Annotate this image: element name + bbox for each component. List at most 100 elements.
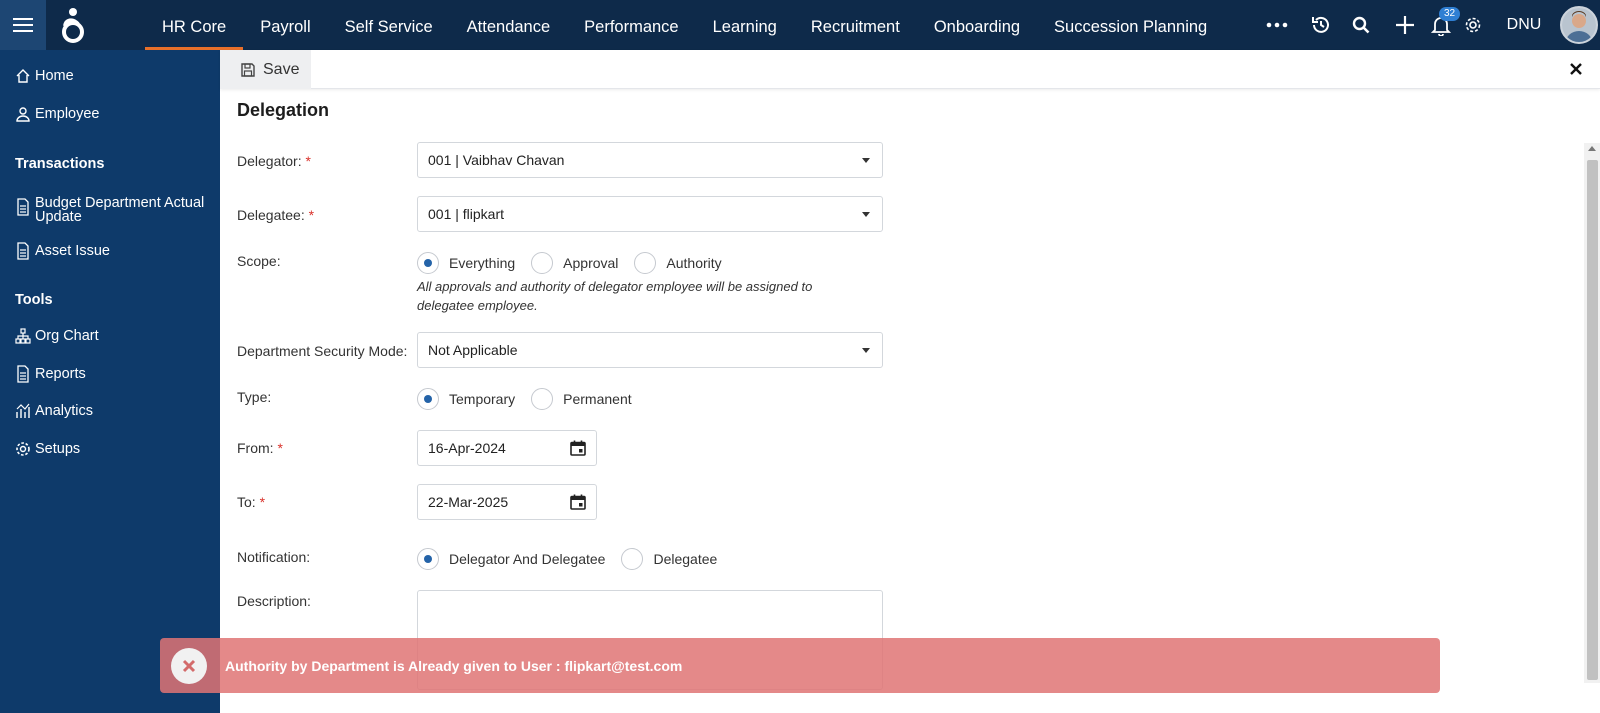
document-icon — [17, 242, 29, 260]
history-icon[interactable] — [1306, 0, 1336, 50]
required-marker: * — [277, 440, 283, 456]
sidebar-item-reports[interactable]: Reports — [15, 365, 86, 383]
top-navigation-bar: HR Core Payroll Self Service Attendance … — [0, 0, 1600, 50]
chevron-down-icon — [862, 212, 870, 217]
sidebar-section-tools: Tools — [15, 292, 53, 308]
from-date-value: 16-Apr-2024 — [428, 440, 506, 456]
to-label: To: * — [237, 494, 266, 510]
delegator-label: Delegator: * — [237, 153, 311, 169]
sidebar-item-label: Reports — [35, 366, 86, 382]
scope-radio-authority[interactable]: Authority — [634, 252, 722, 274]
scope-radio-approval[interactable]: Approval — [531, 252, 618, 274]
sidebar-item-analytics[interactable]: Analytics — [15, 403, 93, 419]
analytics-icon — [16, 403, 30, 418]
toast-message: Authority by Department is Already given… — [225, 657, 683, 674]
form-toolbar: Save — [220, 50, 1600, 89]
document-icon — [17, 198, 29, 216]
sidebar-item-label: Update — [35, 209, 82, 225]
nav-attendance[interactable]: Attendance — [450, 0, 567, 50]
type-label: Type: — [237, 389, 272, 405]
required-marker: * — [259, 494, 266, 510]
menu-icon[interactable] — [0, 0, 46, 50]
scope-radio-everything[interactable]: Everything — [417, 252, 515, 274]
delegator-value: 001 | Vaibhav Chavan — [428, 152, 565, 168]
avatar[interactable] — [1560, 6, 1598, 44]
delegatee-label: Delegatee: * — [237, 207, 315, 223]
org-chart-icon — [15, 328, 31, 344]
notification-label: Notification: — [237, 549, 311, 565]
nav-learning[interactable]: Learning — [696, 0, 794, 50]
error-toast: Authority by Department is Already given… — [160, 638, 1440, 693]
department-security-mode-select[interactable]: Not Applicable — [417, 332, 883, 368]
scope-radio-group: Everything Approval Authority — [417, 252, 738, 274]
required-marker: * — [308, 207, 315, 223]
scrollbar-thumb[interactable] — [1587, 160, 1598, 680]
notification-radio-group: Delegator And Delegatee Delegatee — [417, 548, 733, 570]
sidebar-item-label: Employee — [35, 106, 100, 122]
sidebar-item-label: Org Chart — [35, 328, 99, 344]
description-label: Description: — [237, 593, 311, 609]
delegatee-value: 001 | flipkart — [428, 206, 505, 222]
avatar-wrapper[interactable] — [1558, 0, 1600, 50]
to-date-value: 22-Mar-2025 — [428, 494, 509, 510]
gear-icon[interactable] — [1459, 0, 1487, 50]
from-date-input[interactable]: 16-Apr-2024 — [417, 430, 597, 466]
app-logo[interactable] — [56, 6, 88, 44]
employee-icon — [16, 107, 30, 122]
type-radio-group: Temporary Permanent — [417, 388, 648, 410]
sidebar: Home Employee Transactions Budget Depart… — [0, 50, 220, 713]
gear-icon — [16, 442, 30, 456]
close-icon[interactable] — [171, 647, 207, 684]
scope-hint: All approvals and authority of delegator… — [417, 279, 813, 313]
nav-performance[interactable]: Performance — [567, 0, 695, 50]
notification-count-badge: 32 — [1439, 7, 1461, 21]
chevron-down-icon — [862, 348, 870, 353]
sidebar-item-label: Setups — [35, 441, 81, 457]
sidebar-item-employee[interactable]: Employee — [15, 106, 99, 122]
from-label: From: * — [237, 440, 283, 456]
notification-radio-delegator-and-delegatee[interactable]: Delegator And Delegatee — [417, 548, 605, 570]
calendar-icon[interactable] — [570, 440, 586, 456]
type-radio-permanent[interactable]: Permanent — [531, 388, 632, 410]
delegator-select[interactable]: 001 | Vaibhav Chavan — [417, 142, 883, 178]
save-label: Save — [263, 60, 300, 78]
type-radio-temporary[interactable]: Temporary — [417, 388, 515, 410]
required-marker: * — [305, 153, 311, 169]
department-security-mode-value: Not Applicable — [428, 342, 518, 358]
department-security-mode-label: Department Security Mode: — [237, 343, 408, 359]
document-icon — [17, 365, 29, 383]
notification-radio-delegatee[interactable]: Delegatee — [621, 548, 717, 570]
sidebar-item-label: Home — [35, 68, 74, 84]
sidebar-item-label: Budget Department Actual — [35, 195, 205, 211]
sidebar-item-budget-department-actual-update[interactable]: Budget Department Actual Update — [15, 196, 204, 224]
sidebar-item-org-chart[interactable]: Org Chart — [15, 328, 99, 344]
calendar-icon[interactable] — [570, 494, 586, 510]
user-initials[interactable]: DNU — [1500, 0, 1548, 50]
bell-icon[interactable]: 32 — [1426, 0, 1461, 50]
nav-onboarding[interactable]: Onboarding — [917, 0, 1037, 50]
nav-payroll[interactable]: Payroll — [243, 0, 327, 50]
sidebar-item-setups[interactable]: Setups — [15, 441, 80, 457]
main-nav: HR Core Payroll Self Service Attendance … — [145, 0, 1224, 50]
add-icon[interactable] — [1390, 0, 1420, 50]
nav-recruitment[interactable]: Recruitment — [794, 0, 917, 50]
scope-label: Scope: — [237, 253, 281, 269]
search-icon[interactable] — [1346, 0, 1376, 50]
sidebar-section-transactions: Transactions — [15, 156, 105, 172]
nav-hr-core[interactable]: HR Core — [145, 0, 244, 50]
to-date-input[interactable]: 22-Mar-2025 — [417, 484, 597, 520]
save-button[interactable]: Save — [220, 50, 311, 89]
sidebar-item-label: Asset Issue — [35, 243, 110, 259]
nav-self-service[interactable]: Self Service — [328, 0, 450, 50]
save-icon — [241, 62, 255, 77]
close-icon[interactable] — [1566, 59, 1586, 79]
chevron-down-icon — [862, 158, 870, 163]
nav-succession-planning[interactable]: Succession Planning — [1037, 0, 1224, 50]
page-title: Delegation — [237, 100, 330, 120]
sidebar-item-asset-issue[interactable]: Asset Issue — [15, 242, 110, 260]
scroll-up-arrow-icon[interactable] — [1588, 146, 1596, 151]
sidebar-item-label: Analytics — [35, 403, 94, 419]
sidebar-item-home[interactable]: Home — [15, 68, 74, 84]
more-icon[interactable] — [1262, 0, 1292, 50]
delegatee-select[interactable]: 001 | flipkart — [417, 196, 883, 232]
